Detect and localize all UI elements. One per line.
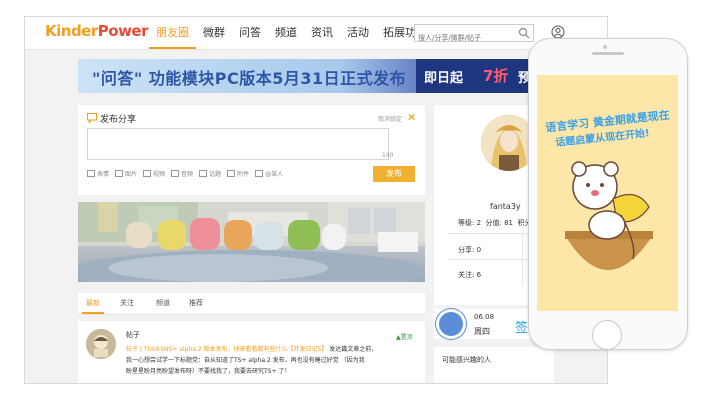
search-input[interactable] [415, 30, 519, 46]
nav-item-channels[interactable]: 频道 [268, 17, 304, 49]
search-box [414, 24, 534, 46]
unlock-link[interactable]: 取消锁定 [378, 114, 402, 123]
tab-latest[interactable]: 最新 [86, 298, 100, 308]
feed-title-link[interactable]: 帖子 | ThinkSNS+ alpha.2 版本发布，快来看看都有些什么【开发… [126, 346, 327, 353]
speaker-icon [592, 52, 624, 55]
nav-item-news[interactable]: 资讯 [304, 17, 340, 49]
tool-topic[interactable]: 话题 [199, 169, 221, 178]
main-nav: 朋友圈 微群 问答 频道 资讯 活动 拓展功能 [149, 17, 434, 49]
feed-text-line-2: 我一心想尝试学一下标题党：自从知道了TS+ alpha.2 发布，再也没有睡过好… [126, 357, 365, 364]
home-button[interactable] [592, 320, 622, 350]
feed-author-name[interactable]: 帖子 [126, 330, 140, 340]
site-logo[interactable]: KinderPower [45, 22, 149, 44]
video-icon [143, 170, 152, 177]
share-count[interactable]: 分享: 0 [458, 245, 481, 255]
post-textarea[interactable] [87, 128, 389, 160]
feature-photo[interactable] [78, 202, 425, 282]
tool-audio[interactable]: 音频 [171, 169, 193, 178]
active-tab-indicator [82, 312, 104, 314]
sun-icon [439, 312, 463, 336]
tool-emoji[interactable]: 表情 [87, 169, 109, 178]
search-icon[interactable] [518, 27, 530, 39]
mention-icon [255, 170, 264, 177]
banner-headline: "问答" 功能模块PC版本5月31日正式发布 [92, 69, 407, 88]
feed-tabs: 最新 关注 频道 推荐 [78, 293, 425, 315]
feed-text-line-1: 帖子 | ThinkSNS+ alpha.2 版本发布，快来看看都有些什么【开发… [126, 344, 377, 353]
tab-following[interactable]: 关注 [120, 298, 134, 308]
post-composer-title: 发布分享 [87, 112, 136, 125]
checkin-date: 06.08 [474, 313, 495, 321]
following-count[interactable]: 关注: 6 [458, 270, 481, 280]
nav-item-friends[interactable]: 朋友圈 [149, 17, 196, 49]
tool-attachment[interactable]: 附件 [227, 169, 249, 178]
suggested-users-title: 可能感兴趣的人 [442, 356, 491, 364]
user-icon[interactable] [551, 25, 565, 39]
checkin-weekday: 周四 [474, 327, 490, 336]
topic-icon [199, 170, 208, 177]
char-count: 140 [382, 152, 394, 159]
emoji-icon [87, 170, 95, 177]
speech-bubble-icon [87, 113, 97, 123]
divider [522, 234, 523, 286]
promo-banner[interactable]: "问答" 功能模块PC版本5月31日正式发布 即日起 7折 预售 [78, 59, 556, 93]
nav-item-qa[interactable]: 问答 [232, 17, 268, 49]
camera-icon [603, 45, 607, 49]
submit-button[interactable]: 发布 [373, 166, 415, 182]
feed-text-tail: 发达篇文章之前， [329, 346, 378, 353]
nav-item-groups[interactable]: 微群 [196, 17, 232, 49]
feed-item[interactable]: 帖子 ▲置顶 帖子 | ThinkSNS+ alpha.2 版本发布，快来看看都… [78, 321, 425, 383]
browser-frame: KinderPower 朋友圈 微群 问答 频道 资讯 活动 拓展功能 "问答"… [24, 16, 608, 384]
banner-tag-discount: 7折 [483, 67, 509, 85]
bear-illustration [565, 161, 653, 270]
tool-video[interactable]: 视频 [143, 169, 165, 178]
close-icon[interactable]: ✕ [407, 111, 416, 124]
profile-score: 分值: 81 [485, 219, 514, 227]
tab-recommended[interactable]: 推荐 [189, 298, 203, 308]
tool-image[interactable]: 图片 [115, 169, 137, 178]
suggested-users: 可能感兴趣的人 [434, 347, 554, 383]
profile-level: 等级: 2 [458, 219, 482, 227]
phone-screen[interactable]: 语言学习 黄金期就是现在 话题启蒙从现在开始! [537, 75, 678, 311]
banner-tag-start: 即日起 [424, 71, 464, 86]
tool-mention[interactable]: @某人 [255, 169, 283, 178]
avatar[interactable] [86, 329, 116, 359]
tab-channels[interactable]: 频道 [156, 298, 170, 308]
image-icon [115, 170, 124, 177]
profile-username[interactable]: fanta3y [490, 202, 521, 211]
nav-item-events[interactable]: 活动 [340, 17, 376, 49]
post-composer-title-text: 发布分享 [100, 115, 137, 125]
pinned-badge: ▲置顶 [396, 334, 413, 341]
avatar-illustration [86, 329, 116, 359]
phone-mockup: 语言学习 黄金期就是现在 话题启蒙从现在开始! [528, 38, 688, 350]
post-composer: 发布分享 取消锁定 ✕ 140 表情 图片 视频 音频 话题 附件 @某人 发布 [78, 105, 425, 195]
attachment-icon [227, 170, 236, 177]
post-toolbar: 表情 图片 视频 音频 话题 附件 @某人 [87, 169, 283, 178]
feed-text-line-3: 盼星星盼月亮盼望发布呀）不要找我了，我要去研究TS+ 了！ [126, 368, 291, 375]
profile-stats: 等级: 2 分值: 81 积分 [458, 218, 531, 228]
audio-icon [171, 170, 180, 177]
top-navbar: KinderPower 朋友圈 微群 问答 频道 资讯 活动 拓展功能 [25, 17, 607, 50]
classroom-photo-illustration [78, 202, 425, 282]
